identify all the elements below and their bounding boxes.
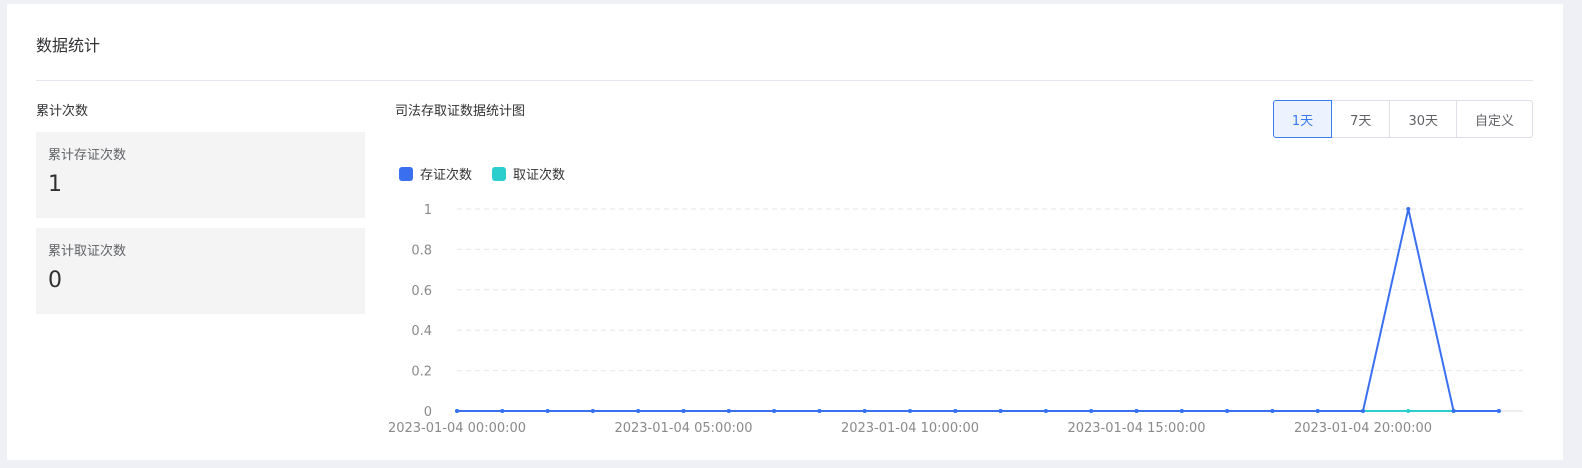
data-point-store[interactable] [455, 409, 459, 413]
stat-card-retrieve: 累计取证次数 0 [36, 228, 365, 314]
data-point-store[interactable] [590, 409, 595, 413]
stat-card-store: 累计存证次数 1 [36, 132, 365, 218]
time-range-selector: 1天 7天 30天 自定义 [1272, 100, 1533, 138]
data-point-store[interactable] [681, 409, 686, 413]
x-tick-label: 2023-01-04 00:00:00 [388, 421, 526, 436]
legend-label-retrieve: 取证次数 [513, 168, 566, 183]
y-tick-label: 1 [424, 203, 432, 218]
data-point-store[interactable] [1361, 409, 1365, 413]
data-point-store[interactable] [1270, 409, 1275, 413]
chart-legend: 存证次数 取证次数 [399, 164, 585, 183]
line-chart: 0 0.2 0.4 0.6 0.8 1 2023-01-04 00:00:00 2023-01… [388, 203, 1523, 436]
data-point-store[interactable] [1496, 409, 1501, 413]
data-statistics-panel: 数据统计 累计次数 累计存证次数 1 累计取证次数 0 0 0.2 0.4 0.6 0.… [7, 4, 1563, 460]
y-tick-label: 0.8 [411, 243, 432, 258]
data-point-store[interactable] [726, 409, 731, 413]
panel-divider [36, 80, 1533, 81]
data-point-store[interactable] [500, 409, 505, 413]
stat-label-retrieve: 累计取证次数 [48, 244, 127, 259]
x-tick-label: 2023-01-04 20:00:00 [1294, 421, 1432, 436]
data-point-store[interactable] [1406, 207, 1411, 211]
y-tick-label: 0.4 [411, 324, 432, 339]
data-point-store[interactable] [1451, 409, 1456, 413]
range-custom-button[interactable]: 自定义 [1455, 100, 1533, 138]
legend-label-store: 存证次数 [420, 168, 473, 183]
x-tick-label: 2023-01-04 05:00:00 [614, 421, 752, 436]
chart-title: 司法存取证数据统计图 [395, 104, 526, 119]
range-1-day-button[interactable]: 1天 [1272, 100, 1333, 138]
legend-item-retrieve[interactable]: 取证次数 [492, 164, 565, 183]
legend-swatch-store [399, 166, 413, 181]
data-point-store[interactable] [817, 409, 822, 413]
data-point-store[interactable] [998, 409, 1003, 413]
legend-item-store[interactable]: 存证次数 [399, 164, 472, 183]
data-point-store[interactable] [772, 409, 777, 413]
cumulative-section-label: 累计次数 [36, 104, 89, 119]
data-point-store[interactable] [953, 409, 958, 413]
range-30-days-button[interactable]: 30天 [1389, 100, 1457, 138]
legend-swatch-retrieve [492, 166, 507, 181]
data-point-store[interactable] [1089, 409, 1094, 413]
panel-title: 数据统计 [36, 36, 101, 55]
y-tick-label: 0.2 [411, 365, 432, 380]
data-point-store[interactable] [1043, 409, 1048, 413]
data-point-retrieve[interactable] [1406, 409, 1411, 413]
data-point-store[interactable] [636, 409, 641, 413]
data-point-store[interactable] [908, 409, 912, 413]
x-tick-label: 2023-01-04 15:00:00 [1067, 421, 1205, 436]
chart-section: 0 0.2 0.4 0.6 0.8 1 2023-01-04 00:00:00 2023-01… [388, 100, 1535, 442]
data-point-store[interactable] [545, 409, 550, 413]
stat-value-store: 1 [48, 172, 62, 197]
y-tick-label: 0 [424, 405, 432, 420]
series-line-store [457, 208, 1499, 412]
stat-value-retrieve: 0 [48, 268, 62, 293]
y-tick-label: 0.6 [411, 284, 432, 299]
data-point-store[interactable] [862, 409, 867, 413]
data-point-store[interactable] [1179, 409, 1184, 413]
stat-label-store: 累计存证次数 [48, 148, 127, 163]
data-point-store[interactable] [1315, 409, 1320, 413]
range-7-days-button[interactable]: 7天 [1331, 100, 1391, 138]
x-tick-label: 2023-01-04 10:00:00 [841, 421, 979, 436]
cumulative-section: 累计次数 累计存证次数 1 累计取证次数 0 [36, 102, 365, 324]
data-point-store[interactable] [1134, 409, 1139, 413]
data-point-store[interactable] [1225, 409, 1230, 413]
